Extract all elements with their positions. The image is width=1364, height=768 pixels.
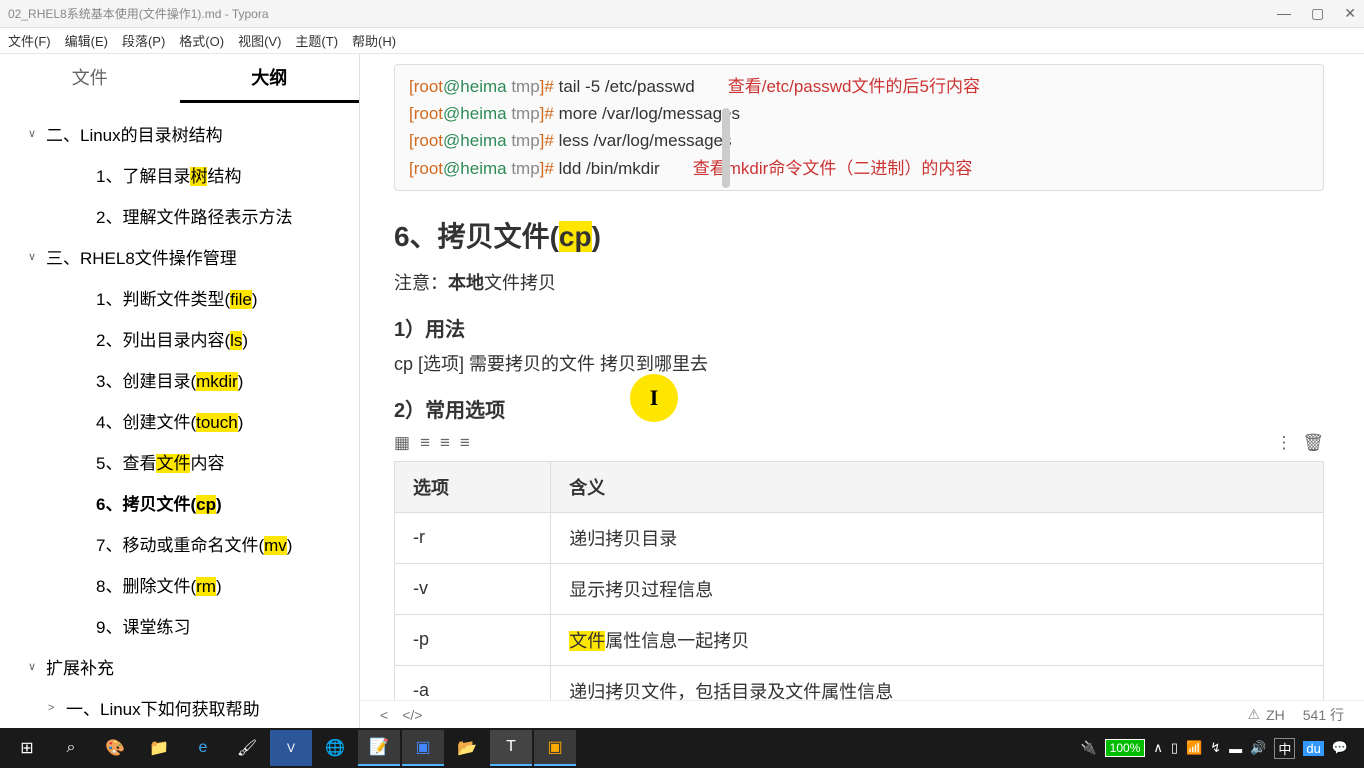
warn-icon[interactable]: ⚠ [1248,706,1261,723]
tab-outline[interactable]: 大纲 [180,54,360,103]
table-row[interactable]: -p文件属性信息一起拷贝 [395,614,1324,665]
taskbar-app-1[interactable]: 🎨 [94,730,136,766]
outline-item[interactable]: 3、创建目录(mkdir) [0,359,359,400]
tray-app-icon[interactable]: ▯ [1171,740,1178,756]
outline-item[interactable]: 2、理解文件路径表示方法 [0,195,359,236]
taskbar-visio[interactable]: V [270,730,312,766]
code-line: [root@heima tmp]# more /var/log/messages [409,100,1309,127]
tray-notif-icon[interactable]: 💬 [1332,740,1348,756]
outline-item[interactable]: 2、列出目录内容(ls) [0,318,359,359]
outline-item[interactable]: 6、拷贝文件(cp) [0,482,359,523]
outline-item[interactable]: 9、课堂练习 [0,605,359,646]
table-row[interactable]: -v显示拷贝过程信息 [395,563,1324,614]
code-line: [root@heima tmp]# tail -5 /etc/passwd 查看… [409,73,1309,100]
code-line: [root@heima tmp]# less /var/log/messages [409,127,1309,154]
statusbar: < </> ⚠ ZH 541 行 [360,700,1364,728]
maximize-button[interactable]: ▢ [1311,5,1324,22]
menu-file[interactable]: 文件(F) [8,31,51,50]
table-more-icon[interactable]: ⋮ [1275,433,1292,453]
taskbar-typora[interactable]: T [490,730,532,766]
options-table[interactable]: 选项 含义 -r递归拷贝目录-v显示拷贝过程信息-p文件属性信息一起拷贝-a递归… [394,461,1324,717]
code-line: [root@heima tmp]# ldd /bin/mkdir 查看mkdir… [409,155,1309,182]
start-button[interactable]: ⊞ [6,730,48,766]
taskbar-explorer[interactable]: 📁 [138,730,180,766]
status-back[interactable]: < [380,707,388,723]
taskbar-paint[interactable]: 🖌 [226,730,268,766]
outline-item[interactable]: ∨二、Linux的目录树结构 [0,113,359,154]
outline-item[interactable]: 7、移动或重命名文件(mv) [0,523,359,564]
sidebar: 文件 大纲 ∨二、Linux的目录树结构1、了解目录树结构2、理解文件路径表示方… [0,54,360,728]
th-meaning: 含义 [551,461,1324,512]
menu-help[interactable]: 帮助(H) [352,31,396,50]
tab-files[interactable]: 文件 [0,54,180,103]
menu-format[interactable]: 格式(O) [179,31,224,50]
table-toolbar: ▦ ≡ ≡ ≡ ⋮ 🗑 [394,431,1324,455]
usage-text: cp [选项] 需要拷贝的文件 拷贝到哪里去 [394,350,1324,376]
window-controls: — ▢ ✕ [1277,5,1356,22]
heading-options: 2）常用选项 [394,394,1324,423]
th-option: 选项 [395,461,551,512]
table-row[interactable]: -r递归拷贝目录 [395,512,1324,563]
menubar: 文件(F) 编辑(E) 段落(P) 格式(O) 视图(V) 主题(T) 帮助(H… [0,28,1364,54]
close-button[interactable]: ✕ [1344,5,1356,22]
menu-theme[interactable]: 主题(T) [295,31,338,50]
outline-item[interactable]: 1、了解目录树结构 [0,154,359,195]
tray-bt-icon[interactable]: ↯ [1210,740,1221,756]
outline-item[interactable]: 1、判断文件类型(file) [0,277,359,318]
tray-wifi-icon[interactable]: 📶 [1186,740,1202,756]
menu-paragraph[interactable]: 段落(P) [122,31,165,50]
tray-up-icon[interactable]: ∧ [1153,740,1163,756]
outline-tree: ∨二、Linux的目录树结构1、了解目录树结构2、理解文件路径表示方法∨三、RH… [0,105,359,728]
taskbar-vm[interactable]: ▣ [534,730,576,766]
editor[interactable]: [root@heima tmp]# tail -5 /etc/passwd 查看… [360,54,1364,728]
heading-cp: 6、拷贝文件(cp) [394,215,1324,255]
minimize-button[interactable]: — [1277,5,1291,22]
taskbar: ⊞ ⌕ 🎨 📁 e 🖌 V 🌐 📝 ▣ 📂 T ▣ 🔌 100% ∧ ▯ 📶 ↯… [0,728,1364,768]
editor-scrollbar[interactable] [722,108,730,188]
heading-usage: 1）用法 [394,313,1324,342]
taskbar-chrome[interactable]: 🌐 [314,730,356,766]
taskbar-app-2[interactable]: ▣ [402,730,444,766]
outline-item[interactable]: 8、删除文件(rm) [0,564,359,605]
status-lang: ZH [1266,707,1285,723]
menu-edit[interactable]: 编辑(E) [65,31,108,50]
outline-item[interactable]: ∨扩展补充 [0,646,359,687]
taskbar-edge[interactable]: e [182,730,224,766]
titlebar: 02_RHEL8系统基本使用(文件操作1).md - Typora — ▢ ✕ [0,0,1364,28]
text-cursor-indicator: I [630,374,678,422]
tray-ime[interactable]: 中 [1274,738,1295,759]
tray-battery[interactable]: 100% [1105,739,1146,757]
menu-view[interactable]: 视图(V) [238,31,281,50]
status-source-icon[interactable]: </> [402,707,422,723]
taskbar-app-3[interactable]: 📂 [446,730,488,766]
note-text: 注意：本地文件拷贝 [394,269,1324,295]
outline-item[interactable]: 4、创建文件(touch) [0,400,359,441]
table-align-left-icon[interactable]: ≡ [420,433,430,453]
taskbar-notepad[interactable]: 📝 [358,730,400,766]
table-delete-icon[interactable]: 🗑 [1302,433,1324,453]
sidebar-tabs: 文件 大纲 [0,54,359,105]
code-block: [root@heima tmp]# tail -5 /etc/passwd 查看… [394,64,1324,191]
table-align-center-icon[interactable]: ≡ [440,433,450,453]
outline-item[interactable]: 5、查看文件内容 [0,441,359,482]
window-title: 02_RHEL8系统基本使用(文件操作1).md - Typora [8,5,1277,22]
tray-bat-icon[interactable]: ▬ [1229,741,1242,756]
main-area: 文件 大纲 ∨二、Linux的目录树结构1、了解目录树结构2、理解文件路径表示方… [0,54,1364,728]
search-icon[interactable]: ⌕ [50,730,92,766]
table-align-right-icon[interactable]: ≡ [460,433,470,453]
table-resize-icon[interactable]: ▦ [394,433,410,453]
tray-app2-icon[interactable]: du [1303,741,1323,756]
tray-vol-icon[interactable]: 🔊 [1250,740,1266,756]
status-lines: 541 行 [1303,705,1344,725]
outline-item[interactable]: ∨三、RHEL8文件操作管理 [0,236,359,277]
outline-item[interactable]: >一、Linux下如何获取帮助 [0,687,359,728]
tray-plug-icon[interactable]: 🔌 [1080,740,1096,756]
system-tray: 🔌 100% ∧ ▯ 📶 ↯ ▬ 🔊 中 du 💬 [1080,738,1358,759]
